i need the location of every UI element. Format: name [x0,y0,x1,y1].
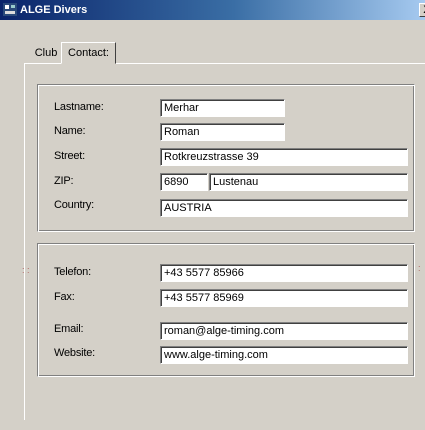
tab-club[interactable]: Club [31,44,61,62]
city-field[interactable]: Lustenau [209,173,408,191]
lastname-label: Lastname: [54,101,104,113]
window-title: ALGE Divers [20,4,88,16]
telefon-field[interactable]: +43 5577 85966 [160,264,408,282]
app-icon [3,3,17,16]
zip-label: ZIP: [54,175,74,187]
email-label: Email: [54,323,84,335]
lastname-field[interactable]: Merhar [160,99,285,117]
street-field[interactable]: Rotkreuzstrasse 39 [160,148,408,166]
name-label: Name: [54,125,86,137]
resize-grip-right: : [418,263,421,273]
street-label: Street: [54,150,86,162]
telefon-label: Telefon: [54,266,91,278]
title-bar: ALGE Divers X [0,0,425,20]
resize-grip-left: : : [22,265,30,275]
email-field[interactable]: roman@alge-timing.com [160,322,408,340]
close-button[interactable]: X [419,3,425,17]
tab-contact[interactable]: Contact: [61,42,116,64]
window: ALGE Divers X Club Contact: : : : Lastna… [0,0,425,430]
fax-label: Fax: [54,291,75,303]
zip-field[interactable]: 6890 [160,173,208,191]
name-field[interactable]: Roman [160,123,285,141]
website-field[interactable]: www.alge-timing.com [160,346,408,364]
country-label: Country: [54,199,94,211]
country-field[interactable]: AUSTRIA [160,199,408,217]
fax-field[interactable]: +43 5577 85969 [160,289,408,307]
website-label: Website: [54,347,95,359]
